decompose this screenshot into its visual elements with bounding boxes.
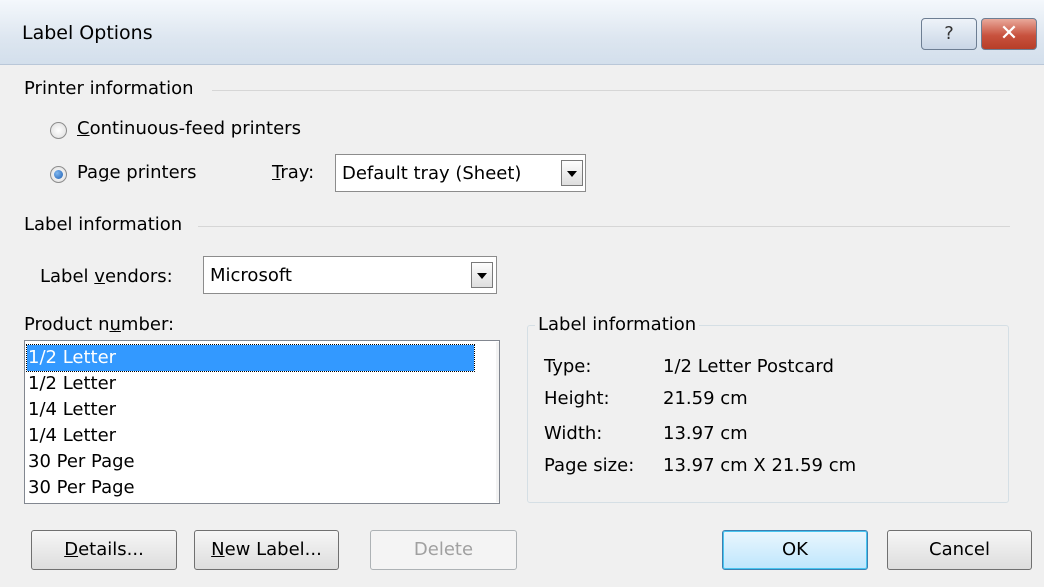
detail-key-type: Type: [544, 356, 592, 377]
scrollbar-thumb[interactable] [499, 384, 500, 412]
list-scrollbar[interactable] [496, 342, 500, 502]
close-icon: ✕ [999, 21, 1019, 46]
label-details-title: Label information [535, 314, 700, 335]
radio-selected-icon [50, 166, 67, 183]
page-printers-label: Page printers [77, 162, 197, 183]
tray-select[interactable]: Default tray (Sheet) [335, 154, 586, 192]
new-label-button[interactable]: New Label... [194, 530, 339, 570]
section-divider [212, 90, 1010, 91]
continuous-feed-label: Continuous-feed printers [77, 118, 301, 139]
help-icon: ? [944, 23, 954, 44]
list-item[interactable]: 1/2 Letter [26, 344, 475, 372]
detail-value-height: 21.59 cm [663, 388, 748, 409]
label-info-heading: Label information [24, 214, 183, 235]
title-bar: Label Options ? ✕ [0, 0, 1044, 65]
label-vendors-select[interactable]: Microsoft [203, 256, 497, 294]
detail-value-width: 13.97 cm [663, 423, 748, 444]
vendor-value: Microsoft [210, 265, 292, 286]
detail-key-width: Width: [544, 423, 603, 444]
chevron-down-icon [477, 273, 487, 279]
close-button[interactable]: ✕ [981, 18, 1037, 50]
tray-dropdown-button[interactable] [561, 160, 583, 186]
vendor-dropdown-button[interactable] [471, 262, 493, 288]
page-printers-radio[interactable]: Page printers [50, 162, 230, 186]
radio-icon [50, 122, 67, 139]
label-vendors-label: Label vendors: [40, 266, 173, 287]
delete-button[interactable]: Delete [370, 530, 517, 570]
dialog-title: Label Options [22, 22, 153, 44]
list-item[interactable]: 30 Per Page [27, 449, 474, 475]
product-number-label: Product number: [24, 314, 175, 335]
continuous-feed-radio[interactable]: Continuous-feed printers [50, 118, 350, 142]
tray-label: Tray: [272, 162, 315, 183]
list-item[interactable]: 1/4 Letter [27, 397, 474, 423]
printer-info-heading: Printer information [24, 78, 194, 99]
help-button[interactable]: ? [921, 18, 977, 50]
chevron-down-icon [567, 171, 577, 177]
cancel-button[interactable]: Cancel [887, 530, 1032, 570]
label-details-group [527, 325, 1009, 503]
detail-key-height: Height: [544, 388, 610, 409]
section-divider [198, 226, 1010, 227]
list-item[interactable]: 1/4 Letter [27, 423, 474, 449]
detail-key-page-size: Page size: [544, 455, 635, 476]
detail-value-type: 1/2 Letter Postcard [663, 356, 834, 377]
ok-button[interactable]: OK [722, 530, 868, 570]
detail-value-page-size: 13.97 cm X 21.59 cm [663, 455, 857, 476]
list-item[interactable]: 1/2 Letter [27, 371, 474, 397]
product-number-list[interactable]: 1/2 Letter 1/2 Letter 1/4 Letter 1/4 Let… [24, 340, 500, 504]
tray-value: Default tray (Sheet) [342, 163, 522, 184]
details-button[interactable]: Details... [31, 530, 177, 570]
list-item[interactable]: 30 Per Page [27, 475, 474, 501]
